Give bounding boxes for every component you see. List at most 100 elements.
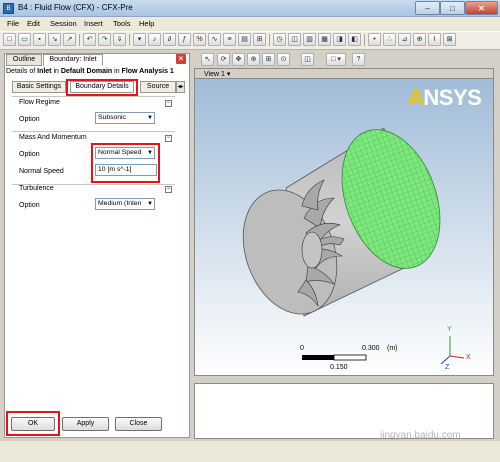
triad-y-label: Y [447, 326, 452, 333]
rotate-icon[interactable]: ⟳ [217, 53, 230, 66]
mass-momentum-option-label: Option [19, 151, 40, 158]
menu-session[interactable]: Session [50, 19, 77, 28]
export-icon[interactable]: ↗ [63, 33, 76, 46]
turbulence-collapse-icon[interactable]: − [165, 186, 172, 193]
details-heading: Details of Inlet in Default Domain in Fl… [6, 68, 174, 75]
tab-source[interactable]: Source [140, 81, 176, 93]
group-border [12, 131, 175, 132]
reaction-icon[interactable]: ♪ [148, 33, 161, 46]
scale-zero-label: 0 [300, 345, 304, 352]
expression-icon[interactable]: ∂ [163, 33, 176, 46]
toolbar-separator [129, 34, 130, 46]
source-point-icon[interactable]: • [368, 33, 381, 46]
undo-icon[interactable]: ↶ [83, 33, 96, 46]
cfx-app-icon[interactable]: B [3, 3, 14, 14]
write-solver-icon[interactable]: ⊿ [398, 33, 411, 46]
particle-icon[interactable]: ∴ [383, 33, 396, 46]
clock-icon[interactable]: ◷ [273, 33, 286, 46]
calculator-icon[interactable]: ⊕ [413, 33, 426, 46]
scale-bar [302, 354, 367, 361]
mass-momentum-header: Mass And Momentum [19, 134, 87, 141]
report-icon[interactable]: ⊠ [443, 33, 456, 46]
watermark: jingyan.baidu.com [380, 430, 461, 441]
import-icon[interactable]: ↘ [48, 33, 61, 46]
save-icon[interactable]: ▪ [33, 33, 46, 46]
turbulence-header: Turbulence [19, 185, 54, 192]
scale-unit-label: (m) [387, 345, 398, 352]
group-border [12, 96, 175, 97]
domain-icon[interactable]: ▦ [318, 33, 331, 46]
chevron-down-icon: ▼ [147, 201, 153, 207]
help-icon[interactable]: ? [352, 53, 365, 66]
mass-momentum-collapse-icon[interactable]: − [165, 135, 172, 142]
output-control-icon[interactable]: ≡ [223, 33, 236, 46]
close-button[interactable]: Close [115, 417, 162, 431]
turbulence-option-label: Option [19, 202, 40, 209]
details-panel [4, 53, 190, 438]
maximize-button[interactable]: □ [440, 1, 465, 15]
flow-regime-option-select[interactable]: Subsonic ▼ [95, 112, 155, 124]
toolbar-separator [79, 34, 80, 46]
open-icon[interactable]: ▭ [18, 33, 31, 46]
chart-icon[interactable]: ⌇ [428, 33, 441, 46]
toolbar-separator [269, 34, 270, 46]
mesh-adaption-icon[interactable]: ⊞ [253, 33, 266, 46]
interface-icon[interactable]: ▥ [303, 33, 316, 46]
zoom-fit-icon[interactable]: ⊙ [277, 53, 290, 66]
turbulence-option-value: Medium (Inten [98, 200, 142, 207]
details-prefix: Details of [6, 68, 38, 75]
triad-x-label: X [466, 354, 471, 361]
minimize-button[interactable]: – [415, 1, 440, 15]
variable-icon[interactable]: % [193, 33, 206, 46]
flow-regime-option-value: Subsonic [98, 114, 126, 121]
normal-speed-label: Normal Speed [19, 168, 64, 175]
menu-tools[interactable]: Tools [113, 19, 131, 28]
tab-scroll-arrow-icon[interactable]: ◂▸ [176, 81, 185, 93]
window-title: B4 : Fluid Flow (CFX) - CFX-Pre [18, 3, 133, 12]
menu-file[interactable]: File [7, 19, 19, 28]
tab-basic-settings[interactable]: Basic Settings [12, 81, 66, 93]
material-icon[interactable]: ▾ [133, 33, 146, 46]
tab-outline[interactable]: Outline [6, 54, 42, 66]
details-domain-name: Default Domain [60, 68, 113, 75]
flow-regime-option-label: Option [19, 116, 40, 123]
pan-icon[interactable]: ✥ [232, 53, 245, 66]
axis-triad [440, 336, 465, 365]
solver-control-icon[interactable]: ∿ [208, 33, 221, 46]
function-icon[interactable]: ƒ [178, 33, 191, 46]
flow-regime-collapse-icon[interactable]: − [165, 100, 172, 107]
highlight-mass-momentum [91, 143, 160, 183]
select-icon[interactable]: ↖ [201, 53, 214, 66]
menu-insert[interactable]: Insert [84, 19, 103, 28]
zoom-icon[interactable]: ⊕ [247, 53, 260, 66]
new-icon[interactable]: □ [3, 33, 16, 46]
scale-max-label: 0.300 [362, 345, 380, 352]
details-boundary-name: Inlet [37, 68, 52, 75]
flow-regime-header: Flow Regime [19, 99, 60, 106]
status-bar [0, 441, 500, 462]
tab-boundary-inlet[interactable]: Boundary: Inlet [43, 54, 103, 66]
highlight-ok [6, 411, 60, 436]
turbulence-option-select[interactable]: Medium (Inten ▼ [95, 198, 155, 210]
insert-icon[interactable]: ⇓ [113, 33, 126, 46]
apply-button[interactable]: Apply [62, 417, 109, 431]
initialization-icon[interactable]: ◫ [288, 33, 301, 46]
toolbar-separator [364, 34, 365, 46]
fit-view-icon[interactable]: ◫ [301, 53, 314, 66]
menu-help[interactable]: Help [139, 19, 154, 28]
viewport-layout-icon[interactable]: □ ▾ [326, 53, 346, 66]
triad-z-label: Z [445, 364, 450, 371]
menu-edit[interactable]: Edit [27, 19, 40, 28]
close-panel-icon[interactable]: × [176, 54, 186, 64]
scale-mid-label: 0.150 [330, 364, 348, 371]
details-in-1: in [51, 68, 61, 75]
chevron-down-icon: ▼ [147, 115, 153, 121]
details-in-2: in [112, 68, 122, 75]
monitor-icon[interactable]: ▤ [238, 33, 251, 46]
redo-icon[interactable]: ↷ [98, 33, 111, 46]
boundary-icon[interactable]: ◨ [333, 33, 346, 46]
close-window-button[interactable]: ✕ [465, 1, 498, 15]
highlight-boundary-details [66, 79, 138, 96]
subdomain-icon[interactable]: ◧ [348, 33, 361, 46]
zoom-box-icon[interactable]: ⊞ [262, 53, 275, 66]
